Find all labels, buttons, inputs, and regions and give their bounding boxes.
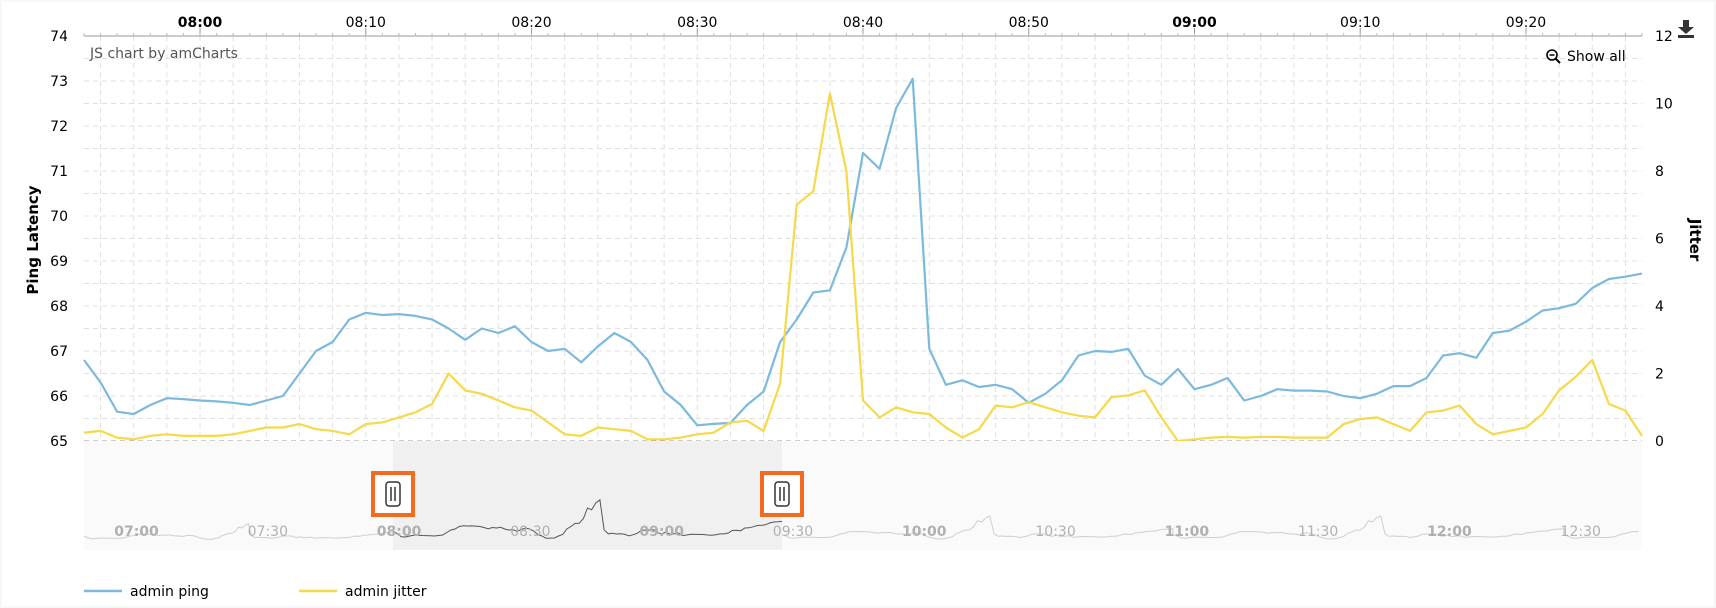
x-tick-label: 08:20 (511, 15, 551, 31)
legend-label: admin jitter (345, 584, 427, 600)
scrollbar-handle-right[interactable] (760, 471, 804, 517)
scrollbar-track (84, 441, 1642, 550)
x-tick-label: 08:40 (843, 15, 883, 31)
scrollbar-time-label: 11:30 (1298, 524, 1338, 540)
chart-credit[interactable]: JS chart by amCharts (89, 46, 238, 62)
y-right-tick-label: 12 (1655, 29, 1673, 45)
y-left-tick-label: 65 (50, 434, 68, 450)
y-axis-right-title: Jitter (1686, 218, 1704, 262)
scrollbar-time-label: 08:00 (377, 524, 422, 540)
y-left-tick-label: 66 (50, 389, 68, 405)
y-right-tick-label: 6 (1655, 232, 1664, 248)
grip-outline (774, 481, 790, 507)
chart-svg: 6566676869707172737402468101208:00 08:10 0… (0, 0, 1716, 608)
x-tick-label: 08:30 (677, 15, 717, 31)
y-left-tick-label: 74 (50, 29, 68, 45)
y-right-tick-label: 0 (1655, 434, 1664, 450)
grip-outline (385, 481, 401, 507)
x-tick-label: 08:00 (178, 15, 223, 31)
scrollbar-time-label: 10:00 (902, 524, 947, 540)
show-all-label: Show all (1567, 49, 1626, 65)
y-right-tick-label: 2 (1655, 367, 1664, 383)
y-axis-left-title: Ping Latency (24, 185, 42, 294)
scrollbar-time-label: 09:30 (773, 524, 813, 540)
y-right-tick-label: 10 (1655, 97, 1673, 113)
y-right-tick-label: 4 (1655, 299, 1664, 315)
scrollbar[interactable]: 07:00 07:30 08:00 08:30 09:00 09:30 10:00 10:30… (83, 441, 1642, 550)
scrollbar-time-label: 09:00 (639, 524, 684, 540)
y-left-tick-label: 69 (50, 254, 68, 270)
scrollbar-time-label: 07:30 (248, 524, 288, 540)
x-tick-label: 09:10 (1340, 15, 1380, 31)
x-tick-label: 08:50 (1009, 15, 1049, 31)
scrollbar-time-label: 07:00 (114, 524, 159, 540)
chart-root: 65 66 67 68 69 70 71 72 73 74 0 2 4 6 8 10 12 08:00 08:10 0… (0, 0, 1716, 608)
y-left-tick-label: 73 (50, 74, 68, 90)
y-right-tick-label: 8 (1655, 164, 1664, 180)
y-left-tick-label: 67 (50, 344, 68, 360)
x-tick-label: 09:00 (1172, 15, 1217, 31)
grip-handle-icon (774, 481, 790, 507)
scrollbar-handle-left[interactable] (371, 471, 415, 517)
x-tick-label: 09:20 (1506, 15, 1546, 31)
legend-label: admin ping (130, 584, 209, 600)
y-left-tick-label: 68 (50, 299, 68, 315)
y-left-tick-label: 70 (50, 209, 68, 225)
x-tick-label: 08:10 (346, 15, 386, 31)
scrollbar-time-label: 08:30 (510, 524, 550, 540)
y-left-tick-label: 72 (50, 119, 68, 135)
scrollbar-time-label: 11:00 (1165, 524, 1210, 540)
y-left-tick-label: 71 (50, 164, 68, 180)
scrollbar-time-label: 12:30 (1561, 524, 1601, 540)
scrollbar-time-label: 10:30 (1035, 524, 1075, 540)
grip-handle-icon (385, 481, 401, 507)
scrollbar-time-label: 12:00 (1427, 524, 1472, 540)
